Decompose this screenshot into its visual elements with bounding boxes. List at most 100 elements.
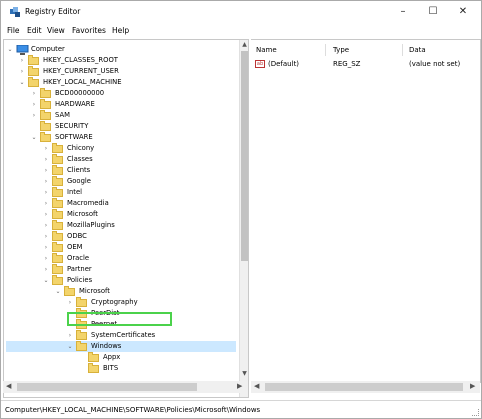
chevron-down-icon[interactable]: ⌄ bbox=[18, 77, 26, 88]
folder-icon bbox=[52, 264, 63, 274]
menu-file[interactable]: File bbox=[7, 26, 20, 35]
scroll-down-icon[interactable]: ▼ bbox=[240, 370, 248, 377]
values-pane[interactable]: Name Type Data ab (Default) REG_SZ (valu… bbox=[251, 39, 481, 383]
close-button[interactable]: ✕ bbox=[448, 4, 478, 20]
folder-icon bbox=[52, 154, 63, 164]
tree-label: SOFTWARE bbox=[55, 133, 93, 141]
tree-item-windows[interactable]: ⌄ Windows bbox=[6, 341, 236, 352]
menu-edit[interactable]: Edit bbox=[27, 26, 42, 35]
scroll-thumb[interactable] bbox=[17, 383, 197, 391]
folder-icon bbox=[52, 209, 63, 219]
chevron-down-icon[interactable]: ⌄ bbox=[30, 132, 38, 143]
folder-icon bbox=[52, 253, 63, 263]
tree-label: Microsoft bbox=[79, 287, 110, 295]
scroll-right-icon[interactable]: ▶ bbox=[237, 382, 242, 390]
folder-icon bbox=[28, 55, 39, 65]
tree-label: Computer bbox=[31, 45, 65, 53]
scroll-left-icon[interactable]: ◀ bbox=[6, 382, 11, 390]
chevron-down-icon[interactable]: ⌄ bbox=[42, 275, 50, 286]
value-data: (value not set) bbox=[409, 60, 461, 68]
chevron-right-icon[interactable]: › bbox=[18, 55, 26, 66]
chevron-right-icon[interactable]: › bbox=[42, 165, 50, 176]
folder-icon bbox=[28, 77, 39, 87]
column-separator[interactable] bbox=[325, 44, 326, 56]
tree-label: Clients bbox=[67, 166, 91, 174]
folder-icon bbox=[76, 341, 87, 351]
tree-label: HARDWARE bbox=[55, 100, 95, 108]
menu-help[interactable]: Help bbox=[112, 26, 129, 35]
chevron-right-icon[interactable]: › bbox=[18, 66, 26, 77]
tree-label: Macromedia bbox=[67, 199, 109, 207]
folder-icon bbox=[52, 231, 63, 241]
window-title: Registry Editor bbox=[25, 7, 81, 16]
resize-grip[interactable] bbox=[472, 409, 479, 416]
folder-icon bbox=[52, 275, 63, 285]
chevron-down-icon[interactable]: ⌄ bbox=[66, 341, 74, 352]
folder-icon bbox=[52, 165, 63, 175]
menu-bar: File Edit View Favorites Help bbox=[1, 23, 481, 37]
computer-icon bbox=[16, 45, 29, 55]
chevron-right-icon[interactable]: › bbox=[42, 176, 50, 187]
chevron-down-icon[interactable]: ⌄ bbox=[54, 286, 62, 297]
chevron-right-icon[interactable]: › bbox=[66, 297, 74, 308]
folder-icon bbox=[52, 187, 63, 197]
scroll-thumb[interactable] bbox=[241, 51, 248, 261]
column-header-data[interactable]: Data bbox=[409, 46, 426, 54]
menu-view[interactable]: View bbox=[47, 26, 65, 35]
folder-icon bbox=[88, 363, 99, 373]
chevron-right-icon[interactable]: › bbox=[42, 220, 50, 231]
tree-label: Partner bbox=[67, 265, 92, 273]
folder-icon bbox=[28, 66, 39, 76]
column-header-type[interactable]: Type bbox=[333, 46, 349, 54]
minimize-button[interactable]: – bbox=[388, 4, 418, 20]
chevron-right-icon[interactable]: › bbox=[66, 330, 74, 341]
registry-tree[interactable]: ⌄ Computer › HKEY_CLASSES_ROOT › HKEY_CU… bbox=[3, 39, 249, 398]
tree-label: Intel bbox=[67, 188, 83, 196]
title-bar: Registry Editor – ☐ ✕ bbox=[1, 1, 481, 23]
chevron-right-icon[interactable]: › bbox=[42, 143, 50, 154]
folder-icon bbox=[88, 352, 99, 362]
tree-label: ODBC bbox=[67, 232, 87, 240]
column-separator[interactable] bbox=[402, 44, 403, 56]
chevron-right-icon[interactable]: › bbox=[42, 231, 50, 242]
chevron-right-icon[interactable]: › bbox=[42, 242, 50, 253]
scroll-left-icon[interactable]: ◀ bbox=[254, 382, 259, 390]
tree-label: Windows bbox=[91, 342, 122, 350]
folder-icon bbox=[52, 176, 63, 186]
tree-label: Chicony bbox=[67, 144, 95, 152]
chevron-right-icon[interactable]: › bbox=[42, 187, 50, 198]
chevron-down-icon[interactable]: ⌄ bbox=[6, 44, 14, 55]
folder-icon bbox=[52, 242, 63, 252]
tree-label: BITS bbox=[103, 364, 119, 372]
folder-icon bbox=[40, 121, 51, 131]
chevron-right-icon[interactable]: › bbox=[30, 88, 38, 99]
string-value-icon: ab bbox=[255, 60, 265, 68]
values-horizontal-scrollbar[interactable]: ◀ ▶ bbox=[251, 381, 480, 393]
column-header-name[interactable]: Name bbox=[256, 46, 277, 54]
menu-favorites[interactable]: Favorites bbox=[72, 26, 106, 35]
chevron-right-icon[interactable]: › bbox=[42, 209, 50, 220]
tree-label: Policies bbox=[67, 276, 93, 284]
folder-icon bbox=[40, 88, 51, 98]
tree-label: Microsoft bbox=[67, 210, 98, 218]
maximize-button[interactable]: ☐ bbox=[418, 4, 448, 20]
chevron-right-icon[interactable]: › bbox=[30, 110, 38, 121]
scroll-right-icon[interactable]: ▶ bbox=[470, 382, 475, 390]
folder-icon bbox=[52, 198, 63, 208]
tree-label: SystemCertificates bbox=[91, 331, 156, 339]
tree-horizontal-scrollbar[interactable]: ◀ ▶ bbox=[3, 381, 247, 393]
value-type: REG_SZ bbox=[333, 60, 361, 68]
chevron-right-icon[interactable]: › bbox=[42, 264, 50, 275]
chevron-right-icon[interactable]: › bbox=[42, 154, 50, 165]
tree-vertical-scrollbar[interactable]: ▲ ▼ bbox=[239, 40, 248, 397]
registry-editor-icon bbox=[10, 7, 20, 17]
folder-icon bbox=[40, 132, 51, 142]
chevron-right-icon[interactable]: › bbox=[30, 99, 38, 110]
registry-editor-window: Registry Editor – ☐ ✕ File Edit View Fav… bbox=[0, 0, 482, 419]
scroll-thumb[interactable] bbox=[265, 383, 463, 391]
chevron-right-icon[interactable]: › bbox=[42, 198, 50, 209]
tree-label: Appx bbox=[103, 353, 121, 361]
tree-label: HKEY_CURRENT_USER bbox=[43, 67, 119, 75]
chevron-right-icon[interactable]: › bbox=[42, 253, 50, 264]
scroll-up-icon[interactable]: ▲ bbox=[240, 41, 248, 48]
